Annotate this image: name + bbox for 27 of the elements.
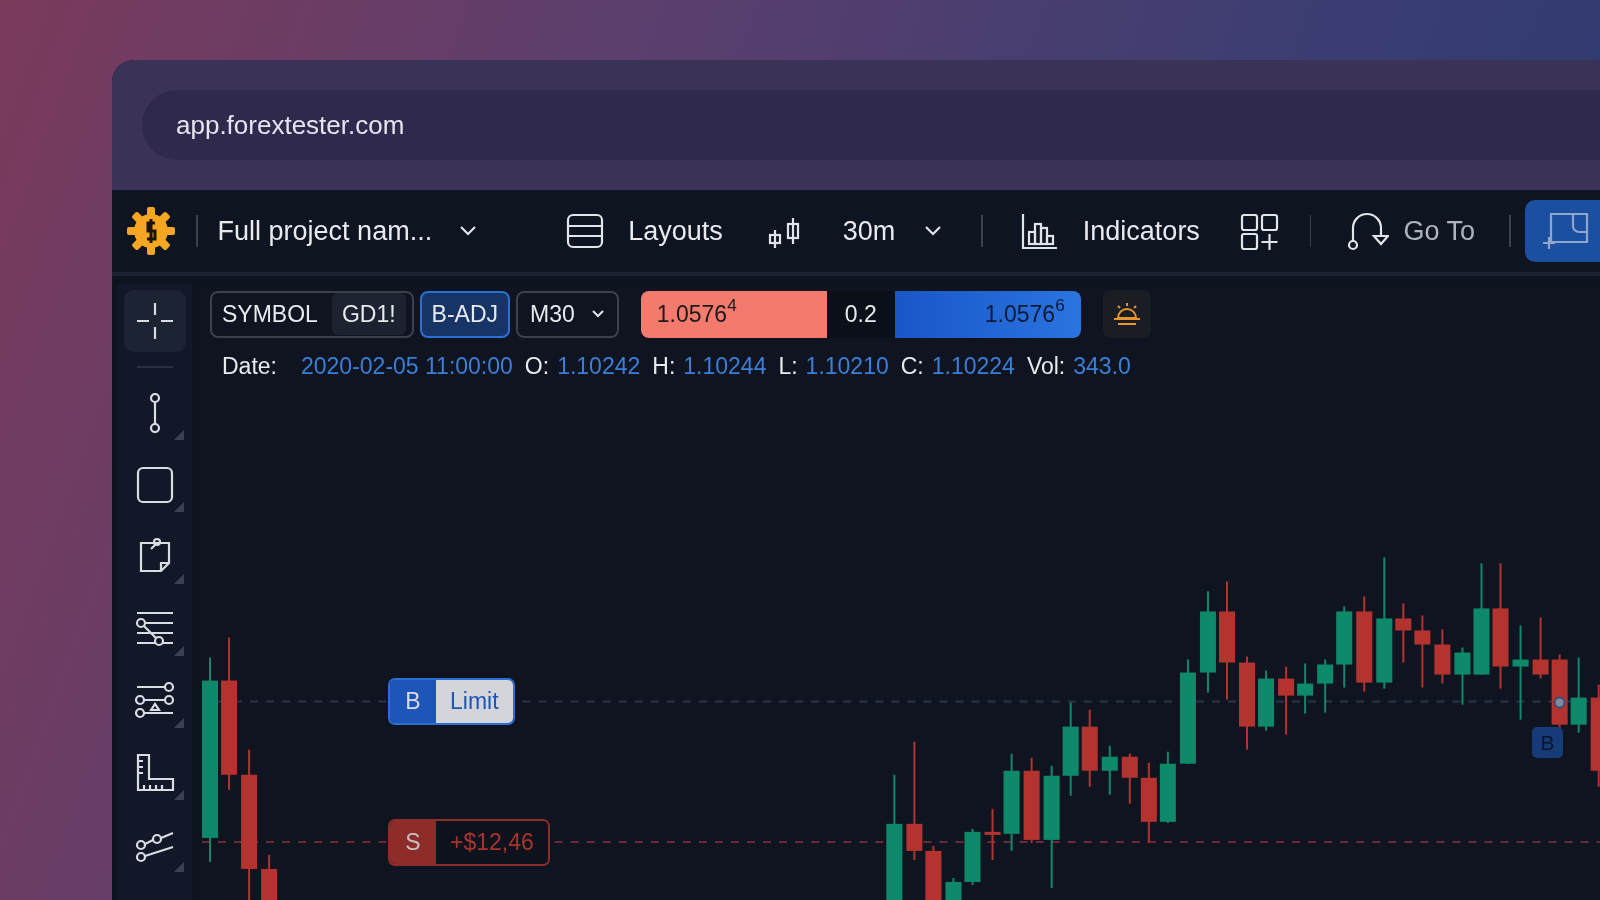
field-value: 1.10224 (931, 351, 1015, 381)
field-label: C: (900, 351, 924, 381)
buy-price-button[interactable]: 1.0576$^{6}$ (894, 290, 1081, 338)
go-to-button[interactable]: Go To (1347, 210, 1475, 252)
field-value: 1.10210 (805, 351, 889, 381)
field-label: Date: (222, 351, 277, 381)
field-value: 1.10242 (557, 351, 641, 381)
position-tag[interactable]: S +$12,46 (388, 819, 550, 866)
period-dropdown[interactable]: M30 (516, 290, 619, 338)
field-label: H: (652, 351, 676, 381)
layouts-button[interactable]: Layouts (566, 210, 723, 252)
field-value: 343.0 (1073, 351, 1131, 381)
indicators-button[interactable]: Indicators (1020, 210, 1200, 252)
sell-price-button[interactable]: 1.0576$^{4}$ (640, 290, 827, 338)
address-bar[interactable]: app.forextester.com (142, 90, 1600, 160)
symbol-selector[interactable]: SYMBOL GD1! (210, 290, 414, 338)
field-value: 2020-02-05 11:00:00 (301, 351, 513, 381)
field-label: O: (524, 351, 550, 381)
spread-value: 0.2 (826, 290, 895, 338)
field-label: L: (778, 351, 798, 381)
project-dropdown[interactable]: Full project nam... (217, 210, 479, 252)
field-label: Vol: (1026, 351, 1066, 381)
adjust-toggle[interactable]: B-ADJ (419, 290, 510, 338)
buy-marker: B (1532, 727, 1563, 758)
limit-order-tag[interactable]: B Limit (388, 678, 515, 725)
field-value: 1.10244 (683, 351, 767, 381)
timeframe-dropdown[interactable]: 30m (842, 210, 944, 252)
